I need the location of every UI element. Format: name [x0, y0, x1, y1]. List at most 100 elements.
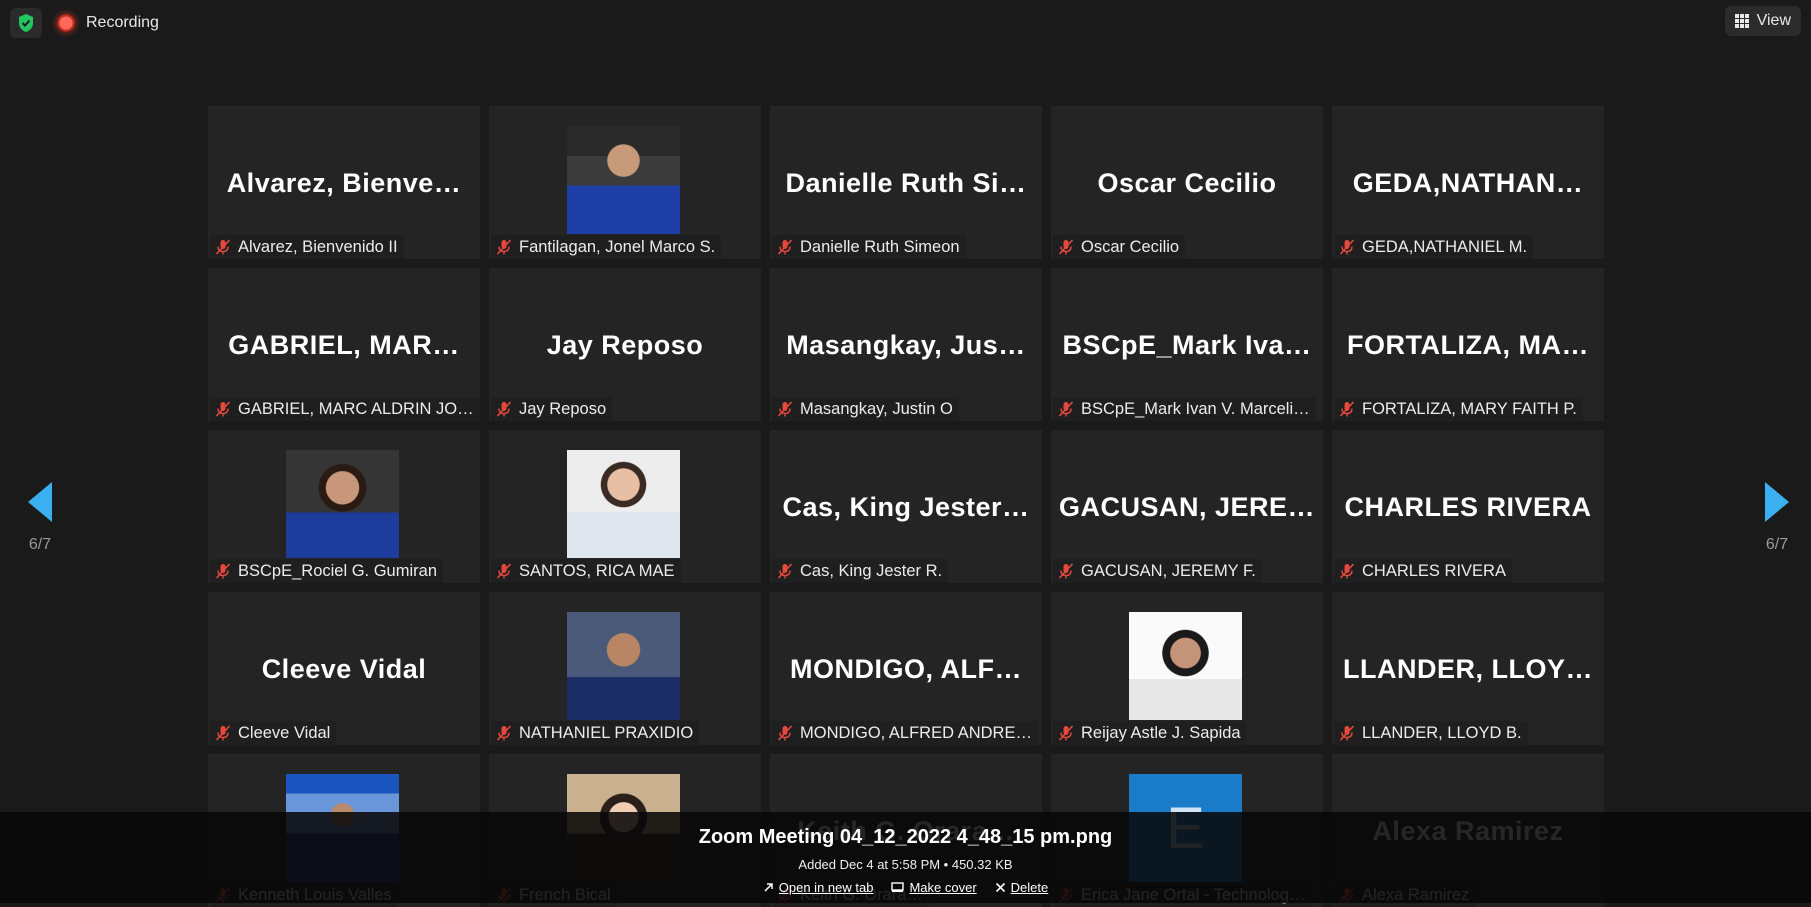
- participant-name-label: BSCpE_Mark Ivan V. Marceli…: [1053, 397, 1316, 421]
- participant-name: Cleeve Vidal: [238, 723, 331, 742]
- participant-name-label: GABRIEL, MARC ALDRIN JO…: [210, 397, 480, 421]
- participant-name-label: Oscar Cecilio: [1053, 235, 1186, 259]
- participant-display-name: CHARLES RIVERA: [1344, 492, 1592, 522]
- participant-tile[interactable]: Danielle Ruth Si… Danielle Ruth Simeon: [770, 106, 1042, 259]
- participant-photo: [286, 450, 399, 558]
- participant-name-label: Masangkay, Justin O: [772, 397, 959, 421]
- participant-tile[interactable]: Reijay Astle J. Sapida: [1051, 592, 1323, 745]
- open-in-new-tab-link[interactable]: Open in new tab: [763, 880, 873, 895]
- make-cover-icon: [891, 882, 905, 892]
- muted-mic-icon: [215, 239, 231, 255]
- participant-tile[interactable]: Jay Reposo Jay Reposo: [489, 268, 761, 421]
- muted-mic-icon: [1058, 725, 1074, 741]
- top-bar: Recording View: [0, 0, 1811, 44]
- participant-name-label: Danielle Ruth Simeon: [772, 235, 966, 259]
- make-cover-link[interactable]: Make cover: [891, 880, 977, 895]
- participant-name-label: Jay Reposo: [491, 397, 613, 421]
- participant-name: Cas, King Jester R.: [800, 561, 943, 580]
- participant-display-name: BSCpE_Mark Iva…: [1062, 330, 1312, 360]
- muted-mic-icon: [777, 239, 793, 255]
- participant-tile[interactable]: Oscar Cecilio Oscar Cecilio: [1051, 106, 1323, 259]
- participant-photo: [1129, 612, 1242, 720]
- muted-mic-icon: [1339, 239, 1355, 255]
- participant-name-label: Cas, King Jester R.: [772, 559, 949, 583]
- participant-tile[interactable]: SANTOS, RICA MAE: [489, 430, 761, 583]
- file-title: Zoom Meeting 04_12_2022 4_48_15 pm.png: [698, 826, 1113, 848]
- participant-tile[interactable]: Fantilagan, Jonel Marco S.: [489, 106, 761, 259]
- muted-mic-icon: [496, 239, 512, 255]
- participant-name: Fantilagan, Jonel Marco S.: [519, 237, 716, 256]
- muted-mic-icon: [1058, 401, 1074, 417]
- participant-name-label: Fantilagan, Jonel Marco S.: [491, 235, 722, 259]
- participant-name-label: NATHANIEL PRAXIDIO: [491, 721, 700, 745]
- participant-tile[interactable]: LLANDER, LLOY… LLANDER, LLOYD B.: [1332, 592, 1604, 745]
- participant-tile[interactable]: NATHANIEL PRAXIDIO: [489, 592, 761, 745]
- participant-tile[interactable]: GABRIEL, MAR… GABRIEL, MARC ALDRIN JO…: [208, 268, 480, 421]
- participant-tile[interactable]: Masangkay, Jus… Masangkay, Justin O: [770, 268, 1042, 421]
- muted-mic-icon: [777, 563, 793, 579]
- participant-tile[interactable]: Cleeve Vidal Cleeve Vidal: [208, 592, 480, 745]
- participant-name-label: FORTALIZA, MARY FAITH P.: [1334, 397, 1583, 421]
- participant-name-label: SANTOS, RICA MAE: [491, 559, 681, 583]
- participant-display-name: Alvarez, Bienve…: [226, 168, 462, 198]
- participant-display-name: LLANDER, LLOY…: [1343, 654, 1593, 684]
- participant-name: GABRIEL, MARC ALDRIN JO…: [238, 399, 474, 418]
- participant-name: Alvarez, Bienvenido II: [238, 237, 398, 256]
- participant-name-label: Cleeve Vidal: [210, 721, 337, 745]
- muted-mic-icon: [777, 725, 793, 741]
- arrow-right-icon[interactable]: [1765, 482, 1789, 522]
- view-button[interactable]: View: [1724, 6, 1801, 36]
- muted-mic-icon: [215, 401, 231, 417]
- muted-mic-icon: [496, 401, 512, 417]
- participant-name: BSCpE_Mark Ivan V. Marceli…: [1081, 399, 1310, 418]
- file-actions: Open in new tab Make cover Delete: [0, 880, 1811, 895]
- participant-photo: [567, 612, 680, 720]
- participant-photo: [567, 126, 680, 234]
- participant-name-label: Reijay Astle J. Sapida: [1053, 721, 1247, 745]
- shield-check-icon: [19, 14, 33, 32]
- arrow-left-icon[interactable]: [28, 482, 52, 522]
- previous-page-nav[interactable]: 6/7: [20, 482, 60, 554]
- participant-tile[interactable]: GEDA,NATHAN… GEDA,NATHANIEL M.: [1332, 106, 1604, 259]
- participant-display-name: Cas, King Jester…: [782, 492, 1030, 522]
- muted-mic-icon: [1058, 239, 1074, 255]
- participant-tile[interactable]: CHARLES RIVERA CHARLES RIVERA: [1332, 430, 1604, 583]
- open-external-icon: [764, 883, 773, 892]
- participant-name: Oscar Cecilio: [1081, 237, 1180, 256]
- participant-name: CHARLES RIVERA: [1362, 561, 1506, 580]
- participant-tile[interactable]: Cas, King Jester… Cas, King Jester R.: [770, 430, 1042, 583]
- security-shield-button[interactable]: [10, 8, 42, 38]
- participant-display-name: Oscar Cecilio: [1097, 168, 1277, 198]
- participant-name: BSCpE_Rociel G. Gumiran: [238, 561, 437, 580]
- participant-tile[interactable]: MONDIGO, ALF… MONDIGO, ALFRED ANDRE…: [770, 592, 1042, 745]
- participant-tile[interactable]: Alvarez, Bienve… Alvarez, Bienvenido II: [208, 106, 480, 259]
- participant-tile[interactable]: GACUSAN, JERE… GACUSAN, JEREMY F.: [1051, 430, 1323, 583]
- page-indicator-right: 6/7: [1765, 536, 1789, 553]
- delete-link[interactable]: Delete: [995, 880, 1048, 895]
- participant-name: MONDIGO, ALFRED ANDRE…: [800, 723, 1032, 742]
- participant-tile[interactable]: FORTALIZA, MA… FORTALIZA, MARY FAITH P.: [1332, 268, 1604, 421]
- view-label: View: [1756, 12, 1791, 29]
- recording-indicator[interactable]: Recording: [56, 8, 159, 38]
- muted-mic-icon: [215, 725, 231, 741]
- file-meta: Added Dec 4 at 5:58 PM • 450.32 KB: [798, 857, 1013, 872]
- muted-mic-icon: [1339, 401, 1355, 417]
- participant-name-label: GACUSAN, JEREMY F.: [1053, 559, 1262, 583]
- participant-gallery: Alvarez, Bienve… Alvarez, Bienvenido II Fa…: [208, 106, 1605, 907]
- participant-tile[interactable]: BSCpE_Rociel G. Gumiran: [208, 430, 480, 583]
- participant-name: GACUSAN, JEREMY F.: [1081, 561, 1256, 580]
- participant-name: FORTALIZA, MARY FAITH P.: [1362, 399, 1577, 418]
- participant-display-name: GABRIEL, MAR…: [228, 330, 460, 360]
- participant-display-name: FORTALIZA, MA…: [1347, 330, 1589, 360]
- participant-name-label: MONDIGO, ALFRED ANDRE…: [772, 721, 1038, 745]
- participant-tile[interactable]: BSCpE_Mark Iva… BSCpE_Mark Ivan V. Marcel…: [1051, 268, 1323, 421]
- file-info-overlay: Zoom Meeting 04_12_2022 4_48_15 pm.png A…: [0, 812, 1811, 903]
- participant-photo: [567, 450, 680, 558]
- next-page-nav[interactable]: 6/7: [1757, 482, 1797, 554]
- participant-name-label: LLANDER, LLOYD B.: [1334, 721, 1528, 745]
- participant-name-label: Alvarez, Bienvenido II: [210, 235, 404, 259]
- participant-name: LLANDER, LLOYD B.: [1362, 723, 1522, 742]
- muted-mic-icon: [496, 725, 512, 741]
- grid-view-icon: [1734, 14, 1749, 28]
- participant-name: Masangkay, Justin O: [800, 399, 953, 418]
